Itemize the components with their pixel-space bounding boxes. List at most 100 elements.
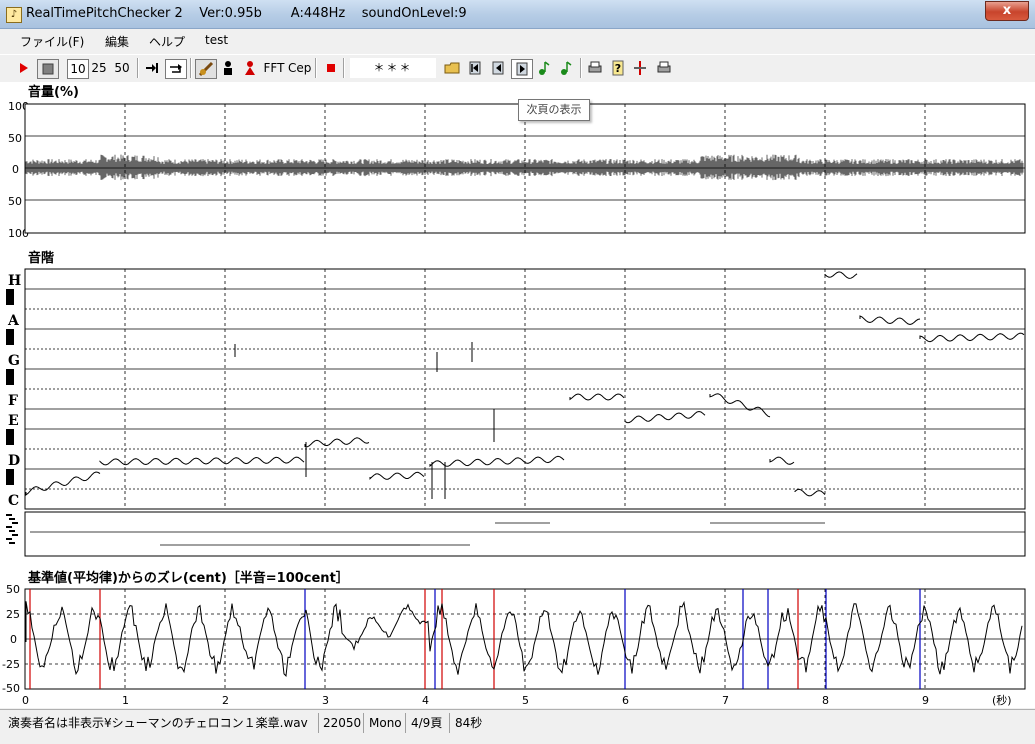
skip-icon [146, 63, 158, 73]
note-label-d: D [8, 453, 20, 469]
toolbar-separator [137, 58, 139, 78]
time-tick-1: 1 [122, 694, 129, 707]
time-unit-label: (秒) [992, 693, 1012, 707]
note-icon [561, 61, 572, 75]
loop-icon [170, 64, 182, 73]
window-title: RealTimePitchChecker 2 Ver:0.95b A:448Hz… [26, 6, 467, 21]
folder-icon [444, 62, 460, 74]
time-tick-3: 3 [322, 694, 329, 707]
first-page-icon [469, 61, 481, 75]
deviation-label-neg25: -25 [2, 658, 20, 671]
zoom-10-button[interactable]: 10 [67, 59, 89, 79]
menu-help[interactable]: ヘルプ [149, 33, 185, 50]
svg-text:?: ? [615, 62, 621, 75]
note-label-g: G [8, 353, 20, 369]
strip-legend-mark [6, 538, 12, 540]
status-bar: 演奏者名は非表示¥シューマンのチェロコン１楽章.wav 22050 Mono 4… [0, 709, 1035, 744]
record-button[interactable] [322, 58, 340, 78]
note-label-h: H [8, 273, 21, 289]
next-page-icon [516, 62, 528, 76]
person-button[interactable] [219, 58, 237, 78]
title-bar: ♪ RealTimePitchChecker 2 Ver:0.95b A:448… [0, 0, 1035, 29]
time-tick-7: 7 [722, 694, 729, 707]
black-key [6, 329, 14, 345]
zoom-50-button[interactable]: 50 [113, 58, 131, 78]
status-duration: 84秒 [455, 716, 483, 730]
time-tick-2: 2 [222, 694, 229, 707]
marker-button[interactable] [631, 58, 649, 78]
print-icon [588, 61, 602, 73]
toolbar-separator [190, 58, 192, 78]
strip-legend-mark [9, 518, 15, 520]
help-button[interactable]: ? [609, 58, 627, 78]
note-label-c: C [8, 493, 19, 509]
next-page-button[interactable] [511, 59, 533, 79]
menu-bar: ファイル(F) 編集 ヘルプ test [0, 29, 1035, 53]
close-button[interactable]: x [985, 1, 1029, 21]
deviation-label-50: 50 [6, 583, 20, 596]
deviation-title: 基準値(平均律)からのズレ(cent)［半音=100cent］ [27, 570, 349, 586]
prev-page-button[interactable] [489, 58, 507, 78]
note-icon [539, 61, 550, 75]
deviation-label-0: 0 [10, 633, 17, 646]
toolbar-separator [315, 58, 317, 78]
scale-title: 音階 [28, 250, 54, 266]
menu-test[interactable]: test [205, 33, 228, 47]
marker-icon [634, 61, 646, 75]
time-axis: 0 1 2 3 4 5 6 7 8 9 (秒) [22, 693, 1012, 707]
play-button[interactable] [14, 58, 32, 78]
toolbar-separator [580, 58, 582, 78]
fft-button[interactable]: FFT [263, 58, 285, 78]
deviation-label-neg50: -50 [2, 682, 20, 695]
violin-button[interactable] [195, 59, 217, 79]
strip-legend-mark [9, 530, 15, 532]
person-red-icon [245, 61, 255, 75]
strip-legend-mark [9, 542, 15, 544]
open-button[interactable] [443, 58, 461, 78]
time-tick-6: 6 [622, 694, 629, 707]
chart-area: 音量(%) 100 50 0 50 100 音階 H A G F E D C 基… [0, 82, 1035, 708]
status-page: 4/9頁 [407, 713, 450, 733]
menu-edit[interactable]: 編集 [105, 33, 129, 50]
note-label-e: E [8, 413, 19, 429]
status-channels: Mono [365, 713, 406, 733]
print2-button[interactable] [655, 58, 673, 78]
strip-legend-mark [12, 522, 18, 524]
time-tick-5: 5 [522, 694, 529, 707]
black-key [6, 289, 14, 305]
volume-label-50-top: 50 [8, 132, 22, 145]
black-key [6, 469, 14, 485]
time-tick-4: 4 [422, 694, 429, 707]
app-icon: ♪ [6, 7, 22, 23]
toolbar: 10 25 50 FFT Cep ＊＊＊ ? [0, 54, 1035, 83]
note-alt-button[interactable] [557, 58, 575, 78]
help-icon: ? [612, 60, 624, 76]
first-page-button[interactable] [466, 58, 484, 78]
zoom-25-button[interactable]: 25 [90, 58, 108, 78]
prev-page-icon [492, 61, 504, 75]
volume-label-0: 0 [12, 163, 19, 176]
person-icon [224, 61, 232, 75]
record-icon [327, 64, 335, 72]
deviation-label-25: 25 [6, 608, 20, 621]
volume-label-50-bottom: 50 [8, 195, 22, 208]
strip-legend-mark [12, 534, 18, 536]
person-red-button[interactable] [241, 58, 259, 78]
strip-legend-mark [6, 526, 12, 528]
strip-legend-mark [6, 514, 12, 516]
time-tick-9: 9 [922, 694, 929, 707]
print2-icon [657, 61, 671, 73]
status-sample-rate: 22050 [319, 713, 364, 733]
status-file: 演奏者名は非表示¥シューマンのチェロコン１楽章.wav [4, 713, 319, 733]
violin-icon [198, 61, 214, 77]
cep-button[interactable]: Cep [288, 58, 311, 78]
pitch-display: ＊＊＊ [350, 58, 436, 78]
time-tick-0: 0 [22, 694, 29, 707]
menu-file[interactable]: ファイル(F) [20, 33, 84, 50]
stop-button[interactable] [37, 59, 59, 79]
note-button[interactable] [535, 58, 553, 78]
note-label-f: F [8, 393, 18, 409]
skip-button[interactable] [143, 58, 161, 78]
loop-button[interactable] [165, 59, 187, 79]
print-button[interactable] [586, 58, 604, 78]
